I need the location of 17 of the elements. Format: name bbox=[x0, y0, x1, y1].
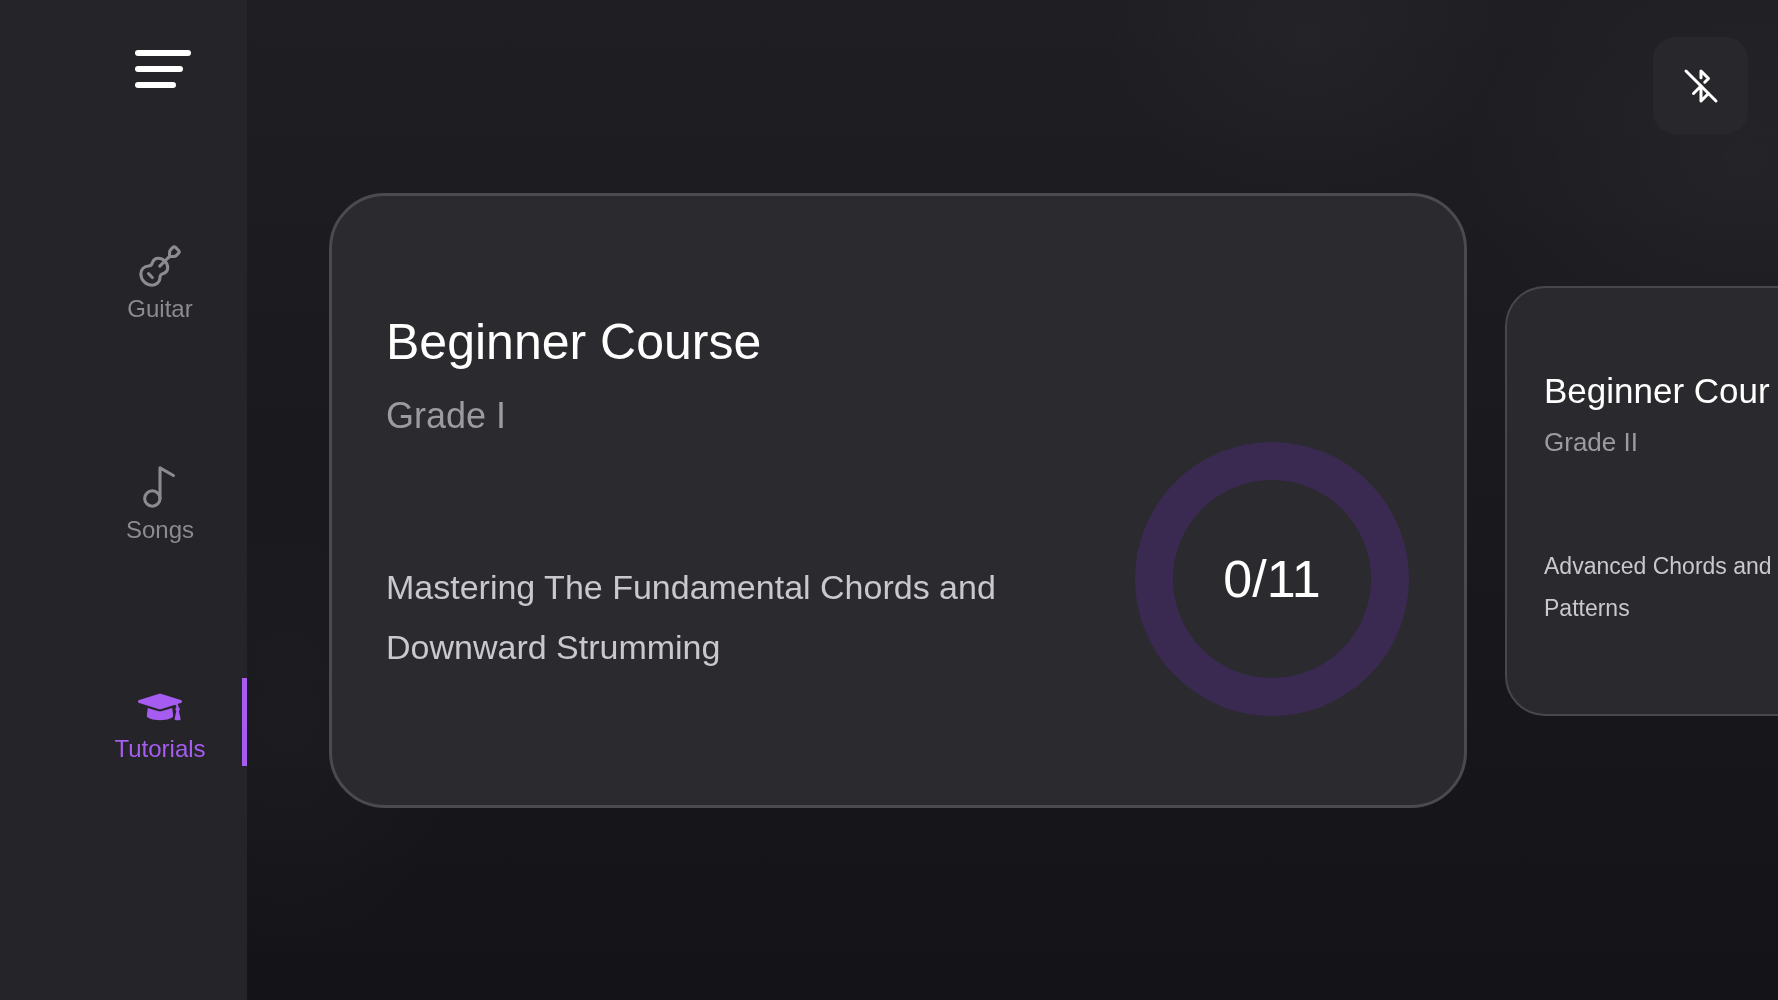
course-title: Beginner Cour bbox=[1544, 369, 1770, 412]
course-grade: Grade I bbox=[386, 394, 507, 438]
course-card[interactable]: Beginner Course Grade I Mastering The Fundamental Chords and Downward Strumming 0/11 bbox=[329, 193, 1467, 808]
bluetooth-off-icon bbox=[1682, 67, 1719, 104]
sidebar-tab[interactable]: Tutorials bbox=[78, 678, 242, 766]
progress-count: 0/11 bbox=[1223, 553, 1321, 605]
course-title: Beginner Course bbox=[386, 313, 762, 372]
course-description: Advanced Chords and Patterns bbox=[1544, 551, 1773, 623]
course-card[interactable]: Beginner Cour Grade II Advanced Chords and Patterns bbox=[1505, 285, 1778, 716]
sidebar-tab[interactable]: Guitar bbox=[78, 236, 242, 324]
bluetooth-button[interactable] bbox=[1653, 37, 1748, 134]
menu-button[interactable] bbox=[134, 48, 191, 90]
guitar-icon bbox=[137, 243, 183, 289]
course-description: Mastering The Fundamental Chords and Downward Strumming bbox=[386, 567, 997, 669]
menu-icon bbox=[134, 49, 191, 89]
sidebar-tab[interactable]: Songs bbox=[78, 457, 242, 545]
course-grade: Grade II bbox=[1544, 426, 1638, 458]
